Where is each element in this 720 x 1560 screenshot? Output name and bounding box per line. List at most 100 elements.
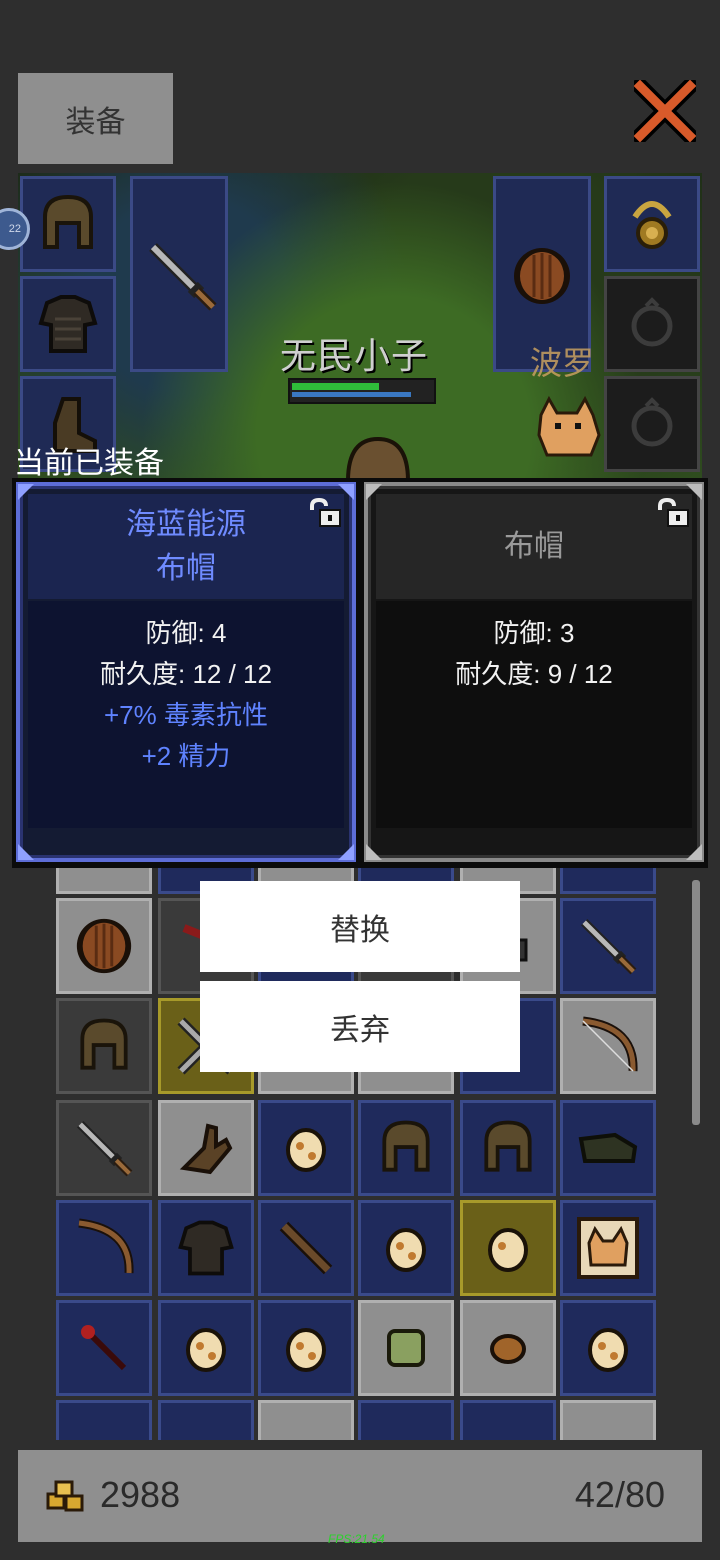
inventory-slot[interactable]: [56, 868, 152, 894]
helmet-icon: [80, 1018, 128, 1070]
amulet-icon: [632, 201, 672, 249]
close-x-icon: [634, 80, 696, 142]
current-item-name: 布帽: [156, 551, 216, 585]
inventory-slot[interactable]: [560, 1200, 656, 1296]
corner-ornament: [686, 844, 702, 860]
inventory-slot[interactable]: [56, 1100, 152, 1196]
inventory-slot[interactable]: [158, 1100, 254, 1196]
inventory-slot[interactable]: [460, 1400, 556, 1440]
armor-icon: [178, 1220, 234, 1276]
health-fill: [292, 383, 379, 390]
equipped-section-label: 当前已装备: [14, 447, 164, 480]
mana-fill: [292, 392, 411, 397]
discard-button[interactable]: 丢弃: [200, 981, 520, 1072]
tab-equip[interactable]: 装备: [18, 73, 173, 164]
gold-amount: 2988: [100, 1474, 181, 1515]
egg-icon: [186, 1328, 226, 1372]
inventory-slot[interactable]: [460, 1300, 556, 1396]
egg-icon: [488, 1228, 528, 1272]
inventory-slot[interactable]: [56, 1200, 152, 1296]
current-item-stats: 防御: 4 耐久度: 12 / 12 +7% 毒素抗性 +2 精力: [28, 601, 344, 828]
inventory-slot[interactable]: [258, 1400, 354, 1440]
corner-ornament: [366, 844, 382, 860]
bow-icon: [78, 1218, 134, 1274]
rock-icon: [490, 1334, 526, 1364]
inventory-slot[interactable]: [258, 1200, 354, 1296]
candidate-defense: 防御: 3: [493, 618, 575, 648]
inventory-slot[interactable]: [56, 1400, 152, 1440]
inventory-slot[interactable]: [358, 1200, 454, 1296]
current-bonus-1: +7% 毒素抗性: [104, 700, 268, 730]
inventory-capacity: 42/80: [574, 1474, 665, 1515]
corner-ornament: [366, 484, 382, 500]
inventory-slot[interactable]: [158, 1400, 254, 1440]
inventory-scrollbar[interactable]: [692, 880, 700, 1125]
club-icon: [279, 1221, 333, 1275]
inventory-slot[interactable]: [258, 1300, 354, 1396]
inventory-slot[interactable]: [158, 1300, 254, 1396]
slime-icon: [387, 1329, 425, 1367]
inventory-slot[interactable]: [560, 1300, 656, 1396]
candidate-item-header: 布帽: [376, 494, 692, 599]
empty-ring-icon: [631, 297, 673, 347]
candidate-item-name: 布帽: [504, 529, 564, 563]
equip-slot-amulet[interactable]: [604, 176, 700, 272]
inventory-slot[interactable]: [358, 1100, 454, 1196]
inventory-slot[interactable]: [358, 1300, 454, 1396]
egg-icon: [386, 1228, 426, 1272]
fps-counter: FPS:21.54: [328, 1532, 385, 1546]
inventory-slot[interactable]: [158, 1200, 254, 1296]
character-name: 无民小子: [280, 335, 429, 376]
candidate-item-card[interactable]: 布帽 防御: 3 耐久度: 9 / 12: [364, 482, 704, 862]
empty-ring-icon: [631, 397, 673, 447]
replace-button[interactable]: 替换: [200, 881, 520, 972]
inventory-slot[interactable]: [56, 898, 152, 994]
current-durability: 耐久度: 12 / 12: [100, 659, 272, 689]
current-defense: 防御: 4: [145, 618, 227, 648]
inventory-slot[interactable]: [560, 1100, 656, 1196]
player-sprite: [346, 436, 410, 480]
current-item-card[interactable]: 海蓝能源 布帽 防御: 4 耐久度: 12 / 12 +7% 毒素抗性 +2 精…: [16, 482, 356, 862]
equip-slot-armor[interactable]: [20, 276, 116, 372]
item-compare-panel: 海蓝能源 布帽 防御: 4 耐久度: 12 / 12 +7% 毒素抗性 +2 精…: [12, 478, 708, 868]
corner-ornament: [18, 844, 34, 860]
helmet-icon: [43, 194, 93, 249]
equip-slot-ring-2[interactable]: [604, 376, 700, 472]
sword-icon: [149, 243, 217, 311]
corner-ornament: [686, 484, 702, 500]
inventory-slot[interactable]: [560, 1400, 656, 1440]
corner-ornament: [18, 484, 34, 500]
corner-ornament: [338, 844, 354, 860]
corner-ornament: [338, 484, 354, 500]
equip-slot-helmet[interactable]: [20, 176, 116, 272]
sword-icon: [581, 919, 637, 975]
inventory-slot[interactable]: [560, 868, 656, 894]
equip-slot-weapon[interactable]: [130, 176, 228, 372]
glove-icon: [179, 1123, 233, 1175]
armor-icon: [38, 295, 98, 353]
inventory-slot[interactable]: [258, 1100, 354, 1196]
inventory-slot[interactable]: [56, 1300, 152, 1396]
inventory-slot[interactable]: [358, 1400, 454, 1440]
sword-icon: [77, 1121, 133, 1177]
inventory-slot[interactable]: [56, 998, 152, 1094]
unlock-icon[interactable]: [656, 498, 690, 528]
inventory-slot[interactable]: [460, 1100, 556, 1196]
inventory-slot[interactable]: [460, 1200, 556, 1296]
equip-slot-ring-1[interactable]: [604, 276, 700, 372]
wand-icon: [81, 1325, 127, 1371]
close-button[interactable]: [630, 78, 700, 144]
pet-name: 波罗: [530, 345, 595, 381]
current-item-prefix: 海蓝能源: [126, 507, 246, 541]
helmet-icon: [382, 1120, 430, 1172]
gold-coins-icon: [46, 1480, 84, 1512]
egg-icon: [588, 1328, 628, 1372]
current-item-header: 海蓝能源 布帽: [28, 494, 344, 599]
inventory-slot[interactable]: [560, 998, 656, 1094]
bow-icon: [582, 1016, 638, 1072]
shield-icon: [76, 918, 132, 974]
unlock-icon[interactable]: [308, 498, 342, 528]
inventory-slot[interactable]: [560, 898, 656, 994]
current-bonus-2: +2 精力: [141, 741, 231, 771]
cat-card-icon: [577, 1217, 639, 1279]
